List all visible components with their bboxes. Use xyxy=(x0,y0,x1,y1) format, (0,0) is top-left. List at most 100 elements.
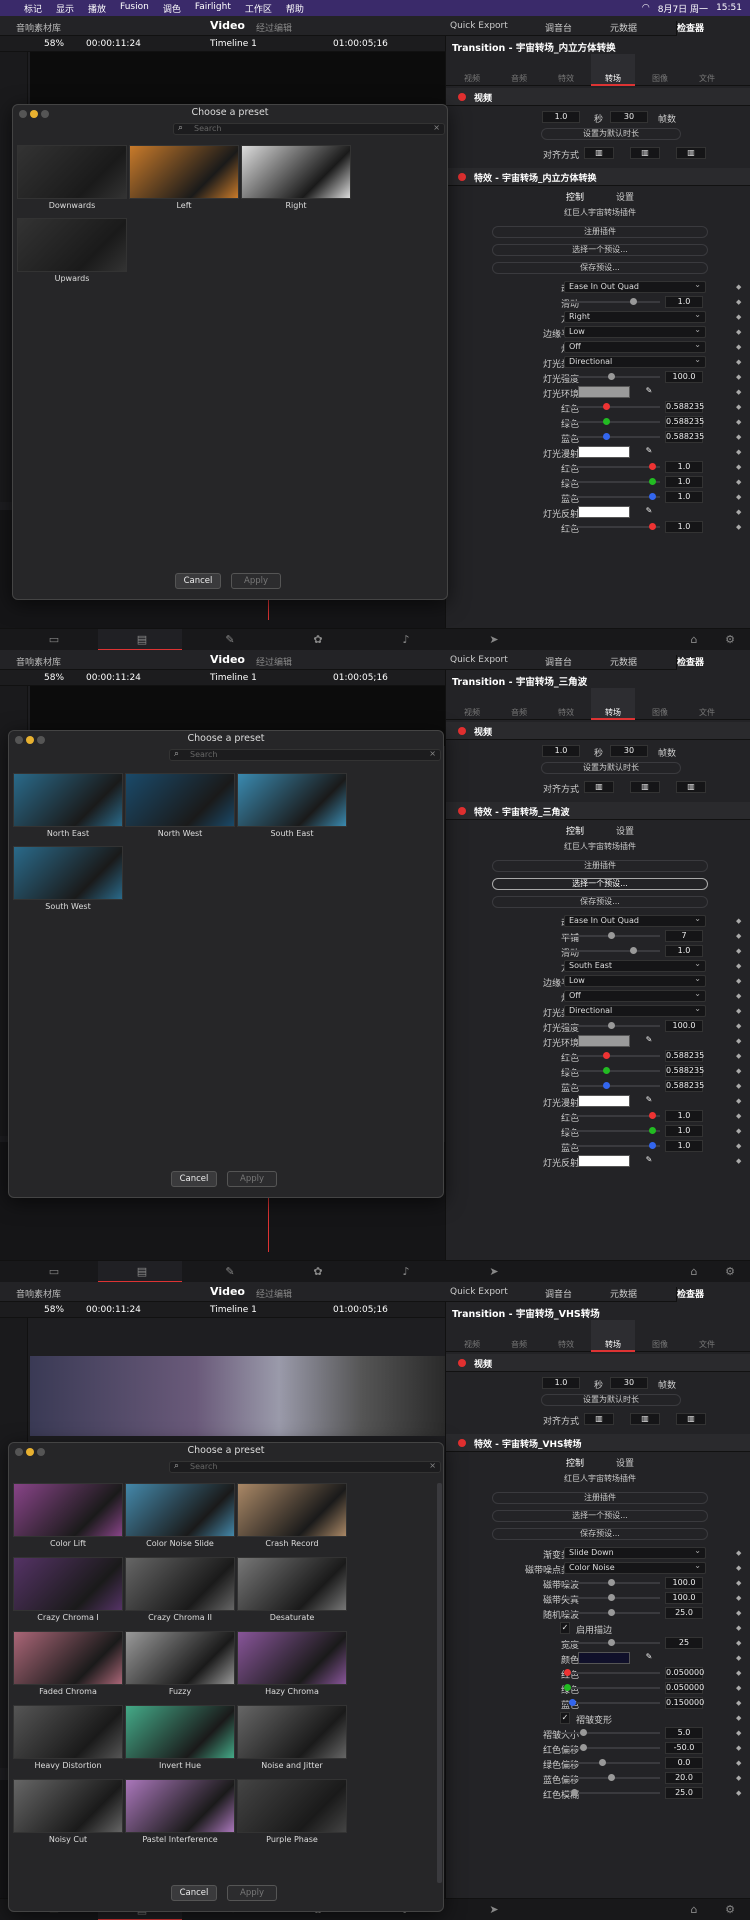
param-value[interactable]: 0.588235 xyxy=(665,1065,704,1077)
keyframe-icon[interactable]: ◆ xyxy=(736,1037,741,1045)
param-value[interactable]: 1.0 xyxy=(665,945,703,957)
param-slider[interactable] xyxy=(564,301,660,303)
menu-item[interactable]: 播放 xyxy=(88,2,106,15)
preset-thumbnail[interactable] xyxy=(125,1705,235,1759)
preset-tile[interactable]: Crash Record xyxy=(237,1483,347,1553)
preset-thumbnail[interactable] xyxy=(125,1779,235,1833)
param-slider[interactable] xyxy=(564,1085,660,1087)
duration-input[interactable]: 1.0 xyxy=(542,745,580,757)
preset-thumbnail[interactable] xyxy=(125,773,235,827)
preset-tile[interactable]: Noise and Jitter xyxy=(237,1705,347,1775)
slider-knob[interactable] xyxy=(598,1759,606,1766)
effect-section-header[interactable]: 特效 - 宇宙转场_三角波 xyxy=(446,802,750,820)
param-slider[interactable] xyxy=(564,481,660,483)
param-value[interactable]: 1.0 xyxy=(665,296,703,308)
register-button[interactable]: 注册插件 xyxy=(492,226,708,238)
param-slider[interactable] xyxy=(564,1055,660,1057)
inspector-tab[interactable]: 文件 xyxy=(685,54,729,86)
slider-knob[interactable] xyxy=(608,373,615,380)
keyframe-icon[interactable]: ◆ xyxy=(736,1549,741,1557)
frames-input[interactable]: 30 xyxy=(610,111,648,123)
keyframe-icon[interactable]: ◆ xyxy=(736,373,741,381)
keyframe-icon[interactable]: ◆ xyxy=(736,992,741,1000)
control-tab[interactable]: 控制 xyxy=(566,1456,584,1469)
media-library-label[interactable]: 音响素材库 xyxy=(16,655,61,668)
control-tab[interactable]: 控制 xyxy=(566,824,584,837)
preset-tile[interactable]: Desaturate xyxy=(237,1557,347,1627)
align-center-button[interactable]: ▥ xyxy=(630,147,660,159)
keyframe-icon[interactable]: ◆ xyxy=(736,463,741,471)
align-end-button[interactable]: ▥ xyxy=(676,1413,706,1425)
enable-dot[interactable] xyxy=(458,1439,466,1447)
keyframe-icon[interactable]: ◆ xyxy=(736,493,741,501)
slider-knob[interactable] xyxy=(580,1729,588,1736)
param-value[interactable]: 100.0 xyxy=(665,371,703,383)
color-knob[interactable] xyxy=(649,1112,657,1119)
eyedropper-icon[interactable]: ✎ xyxy=(642,1652,656,1664)
preset-thumbnail[interactable] xyxy=(13,1483,123,1537)
keyframe-icon[interactable]: ◆ xyxy=(736,1157,741,1165)
preset-tile[interactable]: Heavy Distortion xyxy=(13,1705,123,1775)
param-slider[interactable] xyxy=(564,1732,660,1734)
param-value[interactable]: 0.588235 xyxy=(665,416,704,428)
preset-thumbnail[interactable] xyxy=(241,145,351,199)
preset-thumbnail[interactable] xyxy=(13,1779,123,1833)
media-library-label[interactable]: 音响素材库 xyxy=(16,1287,61,1300)
preset-tile[interactable]: Upwards xyxy=(17,218,127,288)
keyframe-icon[interactable]: ◆ xyxy=(736,358,741,366)
apply-button[interactable]: Apply xyxy=(231,573,281,589)
keyframe-icon[interactable]: ◆ xyxy=(736,283,741,291)
param-dropdown[interactable]: Low xyxy=(564,325,706,338)
color-knob[interactable] xyxy=(603,1052,611,1059)
media-page-icon[interactable]: ▭ xyxy=(44,633,64,647)
keyframe-icon[interactable]: ◆ xyxy=(736,1774,741,1782)
param-value[interactable]: 20.0 xyxy=(665,1772,703,1784)
cancel-button[interactable]: Cancel xyxy=(171,1885,217,1901)
keyframe-icon[interactable]: ◆ xyxy=(736,1564,741,1572)
eyedropper-icon[interactable]: ✎ xyxy=(642,386,656,398)
param-dropdown[interactable]: South East xyxy=(564,959,706,972)
preset-thumbnail[interactable] xyxy=(237,1779,347,1833)
preset-tile[interactable]: Pastel Interference xyxy=(125,1779,235,1849)
keyframe-icon[interactable]: ◆ xyxy=(736,947,741,955)
set-default-duration-button[interactable]: 设置为默认时长 xyxy=(541,1394,681,1406)
preset-search-input[interactable]: ⌕ Search × xyxy=(169,749,441,761)
inspector-tab[interactable]: 文件 xyxy=(685,688,729,720)
zoom-level[interactable]: 58% xyxy=(44,673,64,683)
color-swatch[interactable] xyxy=(578,1652,630,1664)
media-page-icon[interactable]: ▭ xyxy=(44,1265,64,1279)
slider-knob[interactable] xyxy=(630,947,638,954)
align-start-button[interactable]: ▥ xyxy=(584,1413,614,1425)
param-slider[interactable] xyxy=(564,1747,660,1749)
clear-icon[interactable]: × xyxy=(429,749,436,759)
metadata-button[interactable]: 元数据 xyxy=(610,655,637,668)
param-dropdown[interactable]: Directional xyxy=(564,1004,706,1017)
inspector-tab[interactable]: 音频 xyxy=(497,688,541,720)
preset-thumbnail[interactable] xyxy=(237,773,347,827)
timeline-selector[interactable]: Timeline 1 xyxy=(210,1305,257,1315)
frames-input[interactable]: 30 xyxy=(610,1377,648,1389)
param-value[interactable]: 1.0 xyxy=(665,1125,703,1137)
param-dropdown[interactable]: Off xyxy=(564,340,706,353)
keyframe-icon[interactable]: ◆ xyxy=(736,1669,741,1677)
preset-thumbnail[interactable] xyxy=(237,1631,347,1685)
param-value[interactable]: -50.0 xyxy=(665,1742,703,1754)
deliver-page-icon[interactable]: ➤ xyxy=(484,1265,504,1279)
preset-tile[interactable]: Crazy Chroma II xyxy=(125,1557,235,1627)
param-slider[interactable] xyxy=(564,1115,660,1117)
inspector-tab[interactable]: 特效 xyxy=(544,54,588,86)
param-value[interactable]: 1.0 xyxy=(665,1140,703,1152)
edit-page-icon[interactable]: ▤ xyxy=(132,1265,152,1279)
color-knob[interactable] xyxy=(603,418,611,425)
color-swatch[interactable] xyxy=(578,1155,630,1167)
keyframe-icon[interactable]: ◆ xyxy=(736,1699,741,1707)
checkbox[interactable]: ✓ xyxy=(560,1622,570,1634)
inspector-tab[interactable]: 转场 xyxy=(591,54,635,86)
quick-export-button[interactable]: Quick Export xyxy=(450,1287,508,1297)
param-value[interactable]: 0.588235 xyxy=(665,1080,704,1092)
color-knob[interactable] xyxy=(649,463,657,470)
color-knob[interactable] xyxy=(649,478,657,485)
preset-thumbnail[interactable] xyxy=(13,846,123,900)
param-slider[interactable] xyxy=(564,1762,660,1764)
inspector-tab[interactable]: 视频 xyxy=(450,688,494,720)
